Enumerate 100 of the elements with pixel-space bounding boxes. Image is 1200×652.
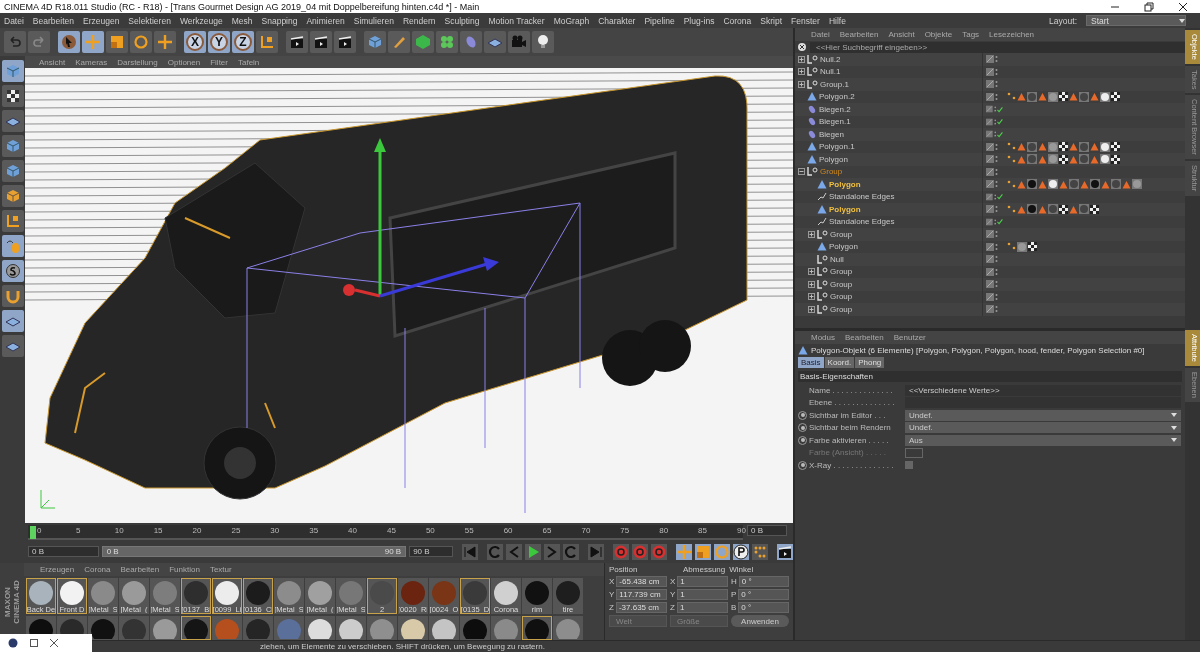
layer-toggle-icon[interactable] <box>986 267 994 276</box>
start-frame-field[interactable]: 0 B <box>28 546 99 557</box>
viewport-menu-item[interactable]: Kameras <box>75 57 108 67</box>
material-menu-item[interactable]: Textur <box>209 565 232 574</box>
object-menu-item[interactable]: Lesezeichen <box>989 30 1035 39</box>
menu-item[interactable]: MoGraph <box>553 15 590 26</box>
object-name[interactable]: Polygon.1 <box>819 142 855 152</box>
menu-item[interactable]: Charakter <box>598 15 636 26</box>
layer-toggle-icon[interactable] <box>986 180 994 189</box>
clear-search-icon[interactable] <box>798 43 806 51</box>
dropdown[interactable]: Aus <box>905 434 1181 446</box>
object-name[interactable]: Polygon <box>829 204 861 214</box>
object-menu-item[interactable]: Tags <box>962 30 980 39</box>
layer-toggle-icon[interactable] <box>986 117 993 126</box>
attribute-menu-item[interactable]: Modus <box>811 333 835 342</box>
layer-toggle-icon[interactable] <box>986 55 994 64</box>
visibility-dots-icon[interactable] <box>993 192 997 201</box>
visibility-dots-icon[interactable] <box>993 217 997 226</box>
playback-button[interactable] <box>777 543 793 560</box>
current-frame-field[interactable]: 0 B <box>747 525 787 536</box>
material-menu-item[interactable]: Erzeugen <box>40 565 75 574</box>
visibility-dots-icon[interactable] <box>995 205 998 214</box>
menu-item[interactable]: Pipeline <box>644 15 675 26</box>
menu-item[interactable]: Werkzeuge <box>179 15 223 26</box>
object-name[interactable]: Group <box>830 292 853 302</box>
object-name[interactable]: Polygon <box>829 242 858 252</box>
expand-icon[interactable] <box>798 80 805 88</box>
visibility-dots-icon[interactable] <box>993 117 997 126</box>
material-menu-item[interactable]: Bearbeiten <box>120 565 160 574</box>
tool-button[interactable] <box>334 31 356 53</box>
object-name[interactable]: Standalone Edges <box>829 217 895 227</box>
object-name[interactable]: Null <box>830 254 844 264</box>
tool-button[interactable] <box>1 85 24 107</box>
menu-item[interactable]: Hilfe <box>828 15 846 26</box>
menu-item[interactable]: Rendern <box>402 15 436 26</box>
taskbar-thumbnail-popup[interactable] <box>0 634 92 652</box>
object-menu-item[interactable]: Ansicht <box>888 30 915 39</box>
collapse-icon[interactable] <box>798 168 805 176</box>
viewport-menu-item[interactable]: Ansicht <box>39 57 66 67</box>
menu-item[interactable]: Animieren <box>306 15 345 26</box>
range-slider[interactable]: 0 B 90 B <box>101 546 407 557</box>
layer-toggle-icon[interactable] <box>986 155 994 164</box>
menu-item[interactable]: Skript <box>760 15 783 26</box>
attribute-menu-item[interactable]: Bearbeiten <box>845 333 884 342</box>
viewport-menu-item[interactable]: Tafeln <box>237 57 260 67</box>
layer-toggle-icon[interactable] <box>986 80 994 89</box>
object-name[interactable]: Standalone Edges <box>829 192 895 202</box>
layer-toggle-icon[interactable] <box>986 167 994 176</box>
layer-toggle-icon[interactable] <box>986 92 994 101</box>
object-name[interactable]: Group.1 <box>820 79 849 89</box>
check-icon[interactable] <box>997 193 1003 201</box>
tool-button[interactable] <box>310 31 332 53</box>
visibility-dots-icon[interactable] <box>993 105 997 114</box>
menu-item[interactable]: Sculpting <box>444 15 480 26</box>
object-name[interactable]: Polygon <box>819 154 848 164</box>
menu-item[interactable]: Erzeugen <box>82 15 120 26</box>
visibility-dots-icon[interactable] <box>995 242 998 251</box>
menu-item[interactable]: Corona <box>723 15 752 26</box>
check-icon[interactable] <box>997 218 1003 226</box>
viewport-menu-item[interactable]: Optionen <box>167 57 201 67</box>
viewport-menu-item[interactable]: Darstellung <box>117 57 158 67</box>
object-menu-item[interactable]: Objekte <box>924 30 953 39</box>
material-menu-item[interactable]: Funktion <box>169 565 200 574</box>
end-frame-field[interactable]: 90 B <box>409 546 453 557</box>
properties-tab[interactable]: Basis <box>798 357 824 368</box>
visibility-dots-icon[interactable] <box>995 267 998 276</box>
expand-icon[interactable] <box>798 55 805 63</box>
object-name[interactable]: Group <box>830 279 853 289</box>
axis-lock-button[interactable]: X <box>184 31 206 53</box>
layer-toggle-icon[interactable] <box>986 292 994 301</box>
object-name[interactable]: Group <box>830 304 853 314</box>
visibility-dots-icon[interactable] <box>995 167 998 176</box>
axis-lock-button[interactable]: Z <box>232 31 254 53</box>
menu-item[interactable]: Fenster <box>791 15 820 26</box>
layer-toggle-icon[interactable] <box>986 67 994 76</box>
object-name[interactable]: Polygon <box>829 179 861 189</box>
menu-item[interactable]: Selektieren <box>128 15 171 26</box>
tool-button[interactable] <box>58 31 80 53</box>
layer-toggle-icon[interactable] <box>986 255 994 264</box>
visibility-dots-icon[interactable] <box>995 280 998 289</box>
visibility-dots-icon[interactable] <box>995 180 998 189</box>
layer-toggle-icon[interactable] <box>986 242 994 251</box>
size-field[interactable]: 1 <box>677 576 728 587</box>
visibility-dots-icon[interactable] <box>995 292 998 301</box>
properties-tab[interactable]: Phong <box>855 357 885 368</box>
visibility-dots-icon[interactable] <box>995 142 998 151</box>
visibility-dots-icon[interactable] <box>995 92 998 101</box>
visibility-dots-icon[interactable] <box>995 230 998 239</box>
menu-item[interactable]: Datei <box>4 15 24 26</box>
object-menu-item[interactable]: Datei <box>811 30 830 39</box>
expand-icon[interactable] <box>808 268 815 276</box>
playback-button[interactable] <box>733 543 749 560</box>
check-icon[interactable] <box>997 105 1003 113</box>
position-field[interactable]: -37.635 cm <box>615 602 667 613</box>
layer-toggle-icon[interactable] <box>986 130 993 139</box>
close-icon[interactable] <box>50 639 58 647</box>
angle-field[interactable]: 0 ° <box>738 589 789 600</box>
size-field[interactable]: 1 <box>676 602 728 613</box>
layer-toggle-icon[interactable] <box>986 230 994 239</box>
layout-dropdown[interactable]: Start <box>1086 15 1186 26</box>
